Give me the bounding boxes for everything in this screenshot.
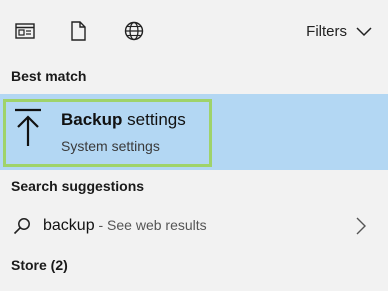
chevron-right-icon[interactable] xyxy=(356,217,366,235)
suggestion-text: backup - See web results xyxy=(43,217,207,235)
best-match-title-bold: Backup xyxy=(61,110,123,129)
apps-icon[interactable] xyxy=(14,20,36,42)
section-heading-search-suggestions: Search suggestions xyxy=(11,178,145,194)
search-filter-toolbar: Filters xyxy=(0,0,388,60)
best-match-subtitle: System settings xyxy=(61,138,160,154)
best-match-result[interactable] xyxy=(0,94,388,170)
filters-dropdown[interactable]: Filters xyxy=(306,20,372,42)
section-heading-store: Store (2) xyxy=(11,257,68,273)
web-globe-icon[interactable] xyxy=(123,20,145,42)
suggestion-query: backup xyxy=(43,217,95,234)
search-icon xyxy=(13,218,30,235)
documents-icon[interactable] xyxy=(67,20,89,42)
chevron-down-icon xyxy=(356,27,372,37)
section-heading-best-match: Best match xyxy=(11,68,87,84)
best-match-title: Backup settings xyxy=(61,110,186,130)
suggestion-hint: - See web results xyxy=(94,217,207,233)
best-match-title-rest: settings xyxy=(122,110,186,129)
upload-arrow-icon xyxy=(15,108,41,146)
filters-label: Filters xyxy=(306,22,347,40)
